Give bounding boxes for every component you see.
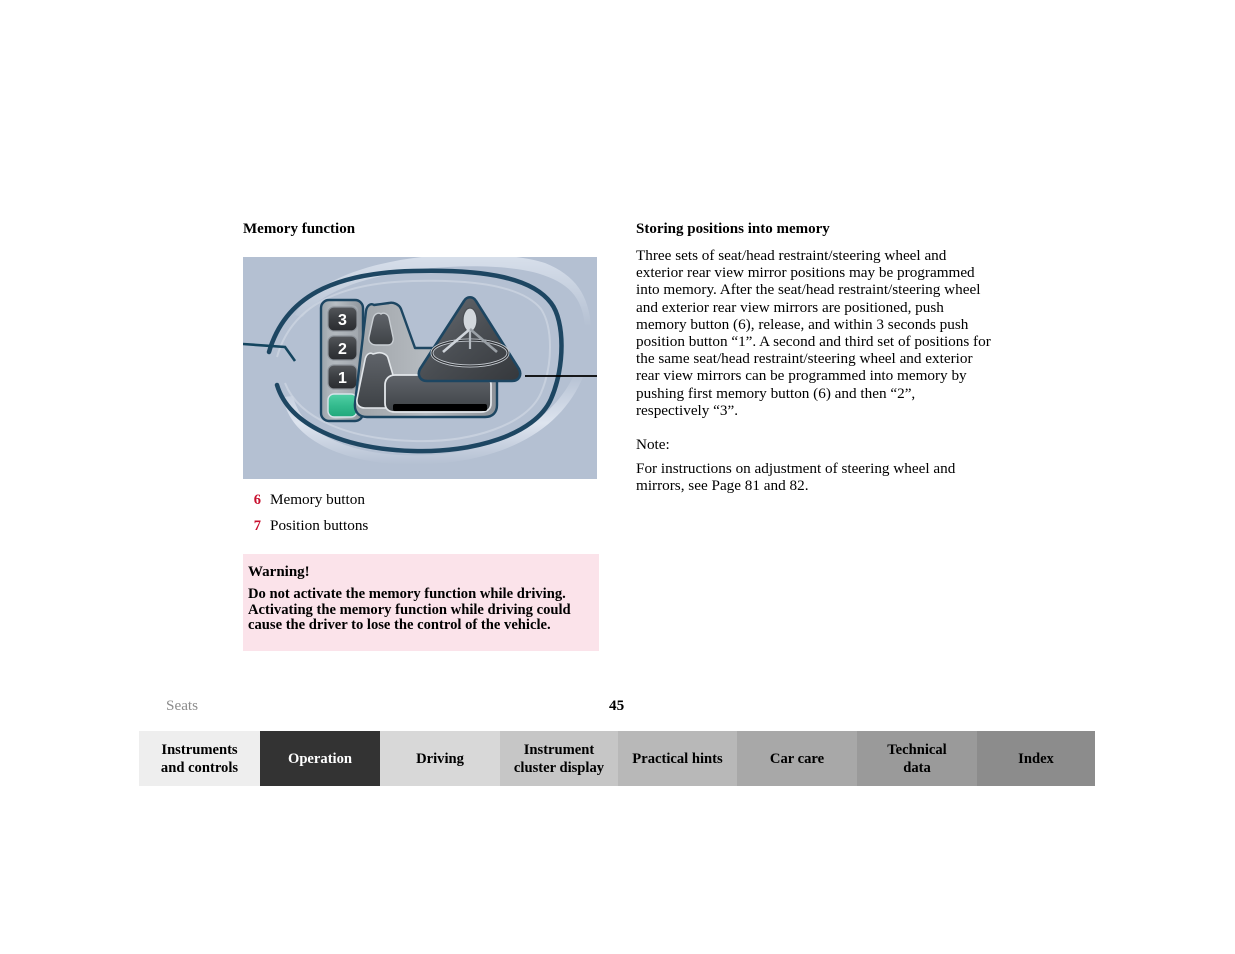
chapter-tab-label-line1: Instruments <box>161 741 238 758</box>
note-text: For instructions on adjustment of steeri… <box>636 460 956 495</box>
left-column: Memory function <box>243 219 599 239</box>
chapter-tab-label-line1: Practical hints <box>632 750 723 767</box>
chapter-tab-car-care[interactable]: Car care <box>737 731 857 786</box>
footer-chapter-label: Seats <box>166 697 199 714</box>
chapter-tab-index[interactable]: Index <box>977 731 1095 786</box>
chapter-tab-label-line1: Index <box>1018 750 1054 767</box>
position-button-3[interactable]: 3 <box>327 306 358 332</box>
position-button-2-label: 2 <box>338 341 347 358</box>
right-column: Storing positions into memory Three sets… <box>636 219 992 495</box>
memory-button-green[interactable] <box>327 393 358 418</box>
footer-meta: Seats 45 <box>139 697 1095 719</box>
chapter-tab-label-line1: Operation <box>287 750 353 767</box>
legend-item-6: 6 Memory button <box>243 491 599 517</box>
position-button-3-label: 3 <box>338 312 347 329</box>
warning-box: Warning! Do not activate the memory func… <box>243 554 599 651</box>
warning-title: Warning! <box>248 564 310 580</box>
chapter-tab-instrument-cluster-display[interactable]: Instrument cluster display <box>500 731 618 786</box>
note-label: Note: <box>636 436 670 454</box>
position-button-2[interactable]: 2 <box>327 335 358 361</box>
position-button-1[interactable]: 1 <box>327 364 358 390</box>
illustration-legend: 6 Memory button 7 Position buttons <box>243 491 599 543</box>
manual-page: Memory function 3 2 1 6 Memory button 7 … <box>0 0 1235 954</box>
chapter-tab-practical-hints[interactable]: Practical hints <box>618 731 737 786</box>
chapter-tab-bar[interactable]: Instruments and controls Operation Driving I… <box>139 731 1095 786</box>
position-button-1-label: 1 <box>338 370 347 387</box>
chapter-tab-label-line1: Instrument <box>523 741 595 758</box>
chapter-tab-label-line2: data <box>903 759 931 776</box>
warning-text: Do not activate the memory function whil… <box>248 586 571 634</box>
footer-page-number: 45 <box>609 697 625 714</box>
chapter-tab-operation[interactable]: Operation <box>260 731 380 786</box>
legend-label-7: Position buttons <box>270 517 369 534</box>
chapter-tab-label-line1: Driving <box>416 750 464 767</box>
chapter-tab-technical-data[interactable]: Technical data <box>857 731 977 786</box>
legend-item-7: 7 Position buttons <box>243 517 599 543</box>
chapter-tab-label-line1: Car care <box>769 750 825 767</box>
storing-positions-heading: Storing positions into memory <box>636 221 830 237</box>
chapter-tab-label-line2: cluster display <box>513 759 605 776</box>
legend-number-7: 7 <box>253 518 261 534</box>
chapter-tab-label-line1: Technical <box>887 741 947 758</box>
chapter-tab-instruments-and-controls[interactable]: Instruments and controls <box>139 731 260 786</box>
storing-positions-paragraph: Three sets of seat/head restraint/steeri… <box>636 247 991 419</box>
legend-label-6: Memory button <box>270 491 365 508</box>
memory-seat-control-illustration: 3 2 1 <box>243 257 597 479</box>
memory-function-heading: Memory function <box>243 221 356 237</box>
legend-number-6: 6 <box>253 492 261 508</box>
chapter-tab-driving[interactable]: Driving <box>380 731 500 786</box>
chapter-tab-label-line2: and controls <box>160 759 239 776</box>
